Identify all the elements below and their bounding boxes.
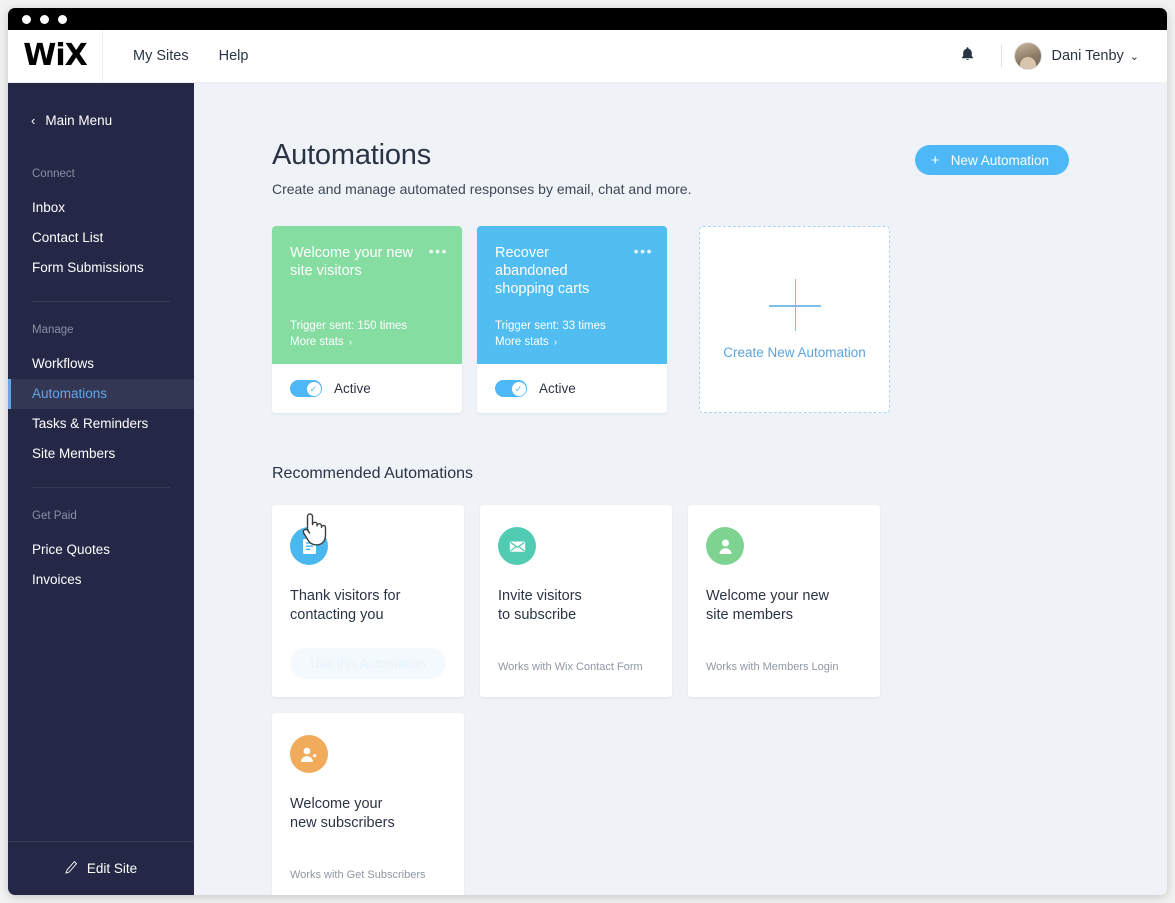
wix-logo[interactable]: WiX (8, 41, 102, 71)
main-content: Automations Create and manage automated … (194, 83, 1167, 895)
automation-card[interactable]: Recover abandoned shopping carts ••• Tri… (477, 226, 667, 413)
active-automations-row: Welcome your new site visitors ••• Trigg… (272, 226, 1167, 413)
edit-site-label: Edit Site (87, 861, 137, 876)
toggle-knob-check-icon: ✓ (307, 382, 321, 396)
avatar[interactable] (1014, 42, 1042, 70)
trigger-sent-label: Trigger sent: 150 times (290, 318, 407, 334)
sidebar-group-label-connect: Connect (8, 168, 194, 180)
app-body: ‹ Main Menu Connect Inbox Contact List F… (8, 83, 1167, 895)
chevron-down-icon[interactable]: ⌄ (1130, 50, 1139, 63)
recommended-card[interactable]: Welcome your new site members Works with… (688, 505, 880, 697)
envelope-icon (498, 527, 536, 565)
create-new-automation-card[interactable]: Create New Automation (699, 226, 890, 413)
card-options-icon[interactable]: ••• (429, 248, 448, 254)
sidebar: ‹ Main Menu Connect Inbox Contact List F… (8, 83, 194, 895)
automation-active-toggle[interactable]: ✓ (495, 380, 527, 397)
automation-card-header: Recover abandoned shopping carts ••• Tri… (477, 226, 667, 364)
recommended-card-title: Invite visitors to subscribe (498, 587, 654, 625)
topnav-my-sites[interactable]: My Sites (133, 48, 189, 64)
automation-card-footer: ✓ Active (477, 364, 667, 413)
sidebar-item-contact-list[interactable]: Contact List (8, 223, 194, 253)
use-this-automation-button[interactable]: Use this Automation (290, 648, 446, 679)
more-stats-label: More stats (290, 336, 344, 348)
chevron-right-icon: › (554, 337, 557, 348)
recommended-card-title: Welcome your new subscribers (290, 795, 446, 833)
new-automation-label: New Automation (951, 153, 1049, 168)
recommended-card[interactable]: Thank visitors for contacting you Use th… (272, 505, 464, 697)
person-add-icon (290, 735, 328, 773)
recommended-card-title: Welcome your new site members (706, 587, 862, 625)
sidebar-item-automations[interactable]: Automations (8, 379, 194, 409)
topbar-divider (102, 30, 103, 83)
plus-icon (769, 279, 821, 331)
recommended-card-title: Thank visitors for contacting you (290, 587, 446, 625)
automation-card-stats: Trigger sent: 33 times More stats › (495, 318, 606, 351)
sidebar-divider (32, 301, 170, 302)
automation-card[interactable]: Welcome your new site visitors ••• Trigg… (272, 226, 462, 413)
topbar-right-cluster: Dani Tenby ⌄ (946, 42, 1168, 70)
recommended-card[interactable]: Welcome your new subscribers Works with … (272, 713, 464, 895)
person-icon (706, 527, 744, 565)
pencil-icon (65, 861, 78, 877)
sidebar-item-invoices[interactable]: Invoices (8, 565, 194, 595)
new-automation-button[interactable]: + New Automation (915, 145, 1069, 175)
toggle-knob-check-icon: ✓ (512, 382, 526, 396)
topnav-help[interactable]: Help (219, 48, 249, 64)
automation-card-title: Recover abandoned shopping carts (495, 244, 620, 298)
automation-status-label: Active (334, 381, 371, 396)
window-minimize-dot[interactable] (40, 15, 49, 24)
user-name-label[interactable]: Dani Tenby (1052, 48, 1124, 64)
sidebar-item-price-quotes[interactable]: Price Quotes (8, 535, 194, 565)
sidebar-item-workflows[interactable]: Workflows (8, 349, 194, 379)
more-stats-link[interactable]: More stats › (290, 334, 407, 351)
window-maximize-dot[interactable] (58, 15, 67, 24)
window-titlebar (8, 8, 1167, 30)
trigger-sent-label: Trigger sent: 33 times (495, 318, 606, 334)
window-close-dot[interactable] (22, 15, 31, 24)
topbar-separator (1001, 45, 1002, 67)
recommended-card-works-with: Works with Members Login (706, 661, 838, 673)
sidebar-item-form-submissions[interactable]: Form Submissions (8, 253, 194, 283)
sidebar-group-label-manage: Manage (8, 324, 194, 336)
recommended-card[interactable]: Invite visitors to subscribe Works with … (480, 505, 672, 697)
edit-site-button[interactable]: Edit Site (8, 841, 194, 895)
automation-card-footer: ✓ Active (272, 364, 462, 413)
sidebar-back-to-main-menu[interactable]: ‹ Main Menu (8, 83, 194, 128)
sidebar-item-tasks-reminders[interactable]: Tasks & Reminders (8, 409, 194, 439)
browser-window: WiX My Sites Help Dani Tenby ⌄ ‹ Main Me… (8, 8, 1167, 895)
card-options-icon[interactable]: ••• (634, 248, 653, 254)
more-stats-label: More stats (495, 336, 549, 348)
recommended-card-works-with: Works with Get Subscribers (290, 869, 426, 881)
automation-card-title: Welcome your new site visitors (290, 244, 415, 280)
plus-icon: + (931, 152, 940, 169)
chevron-right-icon: › (349, 337, 352, 348)
automation-status-label: Active (539, 381, 576, 396)
automation-card-stats: Trigger sent: 150 times More stats › (290, 318, 407, 351)
sidebar-group-label-get-paid: Get Paid (8, 510, 194, 522)
more-stats-link[interactable]: More stats › (495, 334, 606, 351)
recommended-automations-grid: Thank visitors for contacting you Use th… (272, 505, 912, 895)
bell-icon[interactable] (946, 46, 989, 67)
document-icon (290, 527, 328, 565)
recommended-automations-heading: Recommended Automations (272, 465, 1167, 483)
recommended-card-works-with: Works with Wix Contact Form (498, 661, 643, 673)
sidebar-item-inbox[interactable]: Inbox (8, 193, 194, 223)
automation-card-header: Welcome your new site visitors ••• Trigg… (272, 226, 462, 364)
sidebar-divider (32, 487, 170, 488)
chevron-left-icon: ‹ (31, 113, 35, 128)
sidebar-item-site-members[interactable]: Site Members (8, 439, 194, 469)
create-new-automation-label: Create New Automation (723, 345, 866, 360)
sidebar-back-label: Main Menu (45, 113, 112, 128)
top-navigation-bar: WiX My Sites Help Dani Tenby ⌄ (8, 30, 1167, 83)
page-subtitle: Create and manage automated responses by… (272, 181, 1167, 197)
automation-active-toggle[interactable]: ✓ (290, 380, 322, 397)
